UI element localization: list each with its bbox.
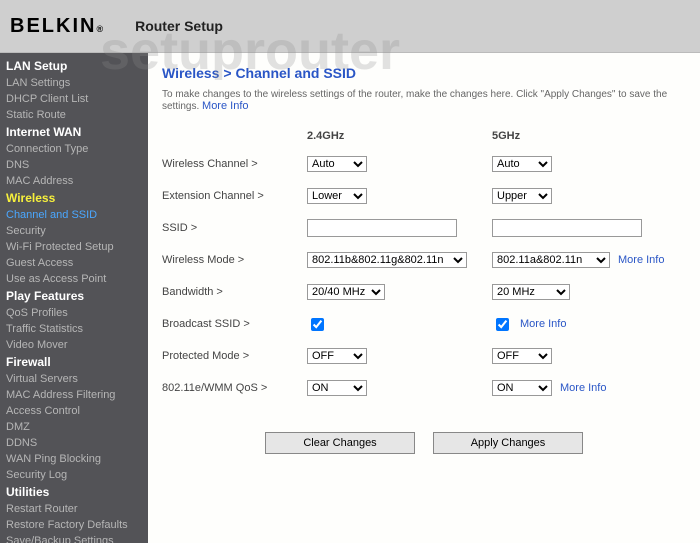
more-info-link-mode[interactable]: More Info (618, 254, 664, 266)
sidebar-section-utilities: Utilities (0, 483, 148, 501)
breadcrumb-sep: > (223, 65, 231, 81)
more-info-link-qos[interactable]: More Info (560, 382, 606, 394)
column-header-5ghz: 5GHz (492, 130, 677, 142)
bandwidth-5ghz-select[interactable]: 20 MHz (492, 284, 570, 300)
protected-mode-24ghz-select[interactable]: OFF (307, 348, 367, 364)
ssid-24ghz-input[interactable] (307, 219, 457, 237)
label-protected-mode: Protected Mode > (162, 350, 307, 362)
sidebar: LAN SetupLAN SettingsDHCP Client ListSta… (0, 53, 148, 543)
sidebar-item-qos-profiles[interactable]: QoS Profiles (0, 305, 148, 321)
sidebar-item-security[interactable]: Security (0, 223, 148, 239)
sidebar-item-guest-access[interactable]: Guest Access (0, 255, 148, 271)
top-bar: BELKIN® Router Setup (0, 0, 700, 53)
label-bandwidth: Bandwidth > (162, 286, 307, 298)
main-panel: Wireless > Channel and SSID To make chan… (148, 53, 700, 543)
sidebar-item-connection-type[interactable]: Connection Type (0, 141, 148, 157)
sidebar-item-wan-ping-blocking[interactable]: WAN Ping Blocking (0, 451, 148, 467)
sidebar-section-play-features: Play Features (0, 287, 148, 305)
sidebar-item-dmz[interactable]: DMZ (0, 419, 148, 435)
label-extension-channel: Extension Channel > (162, 190, 307, 202)
sidebar-item-static-route[interactable]: Static Route (0, 107, 148, 123)
breadcrumb-section: Wireless (162, 65, 219, 81)
sidebar-item-mac-address-filtering[interactable]: MAC Address Filtering (0, 387, 148, 403)
extension-channel-5ghz-select[interactable]: Upper (492, 188, 552, 204)
wmm-qos-24ghz-select[interactable]: ON (307, 380, 367, 396)
sidebar-item-security-log[interactable]: Security Log (0, 467, 148, 483)
sidebar-item-dns[interactable]: DNS (0, 157, 148, 173)
extension-channel-24ghz-select[interactable]: Lower (307, 188, 367, 204)
column-header-24ghz: 2.4GHz (307, 130, 492, 142)
wireless-mode-24ghz-select[interactable]: 802.11b&802.11g&802.11n (307, 252, 467, 268)
breadcrumb-page: Channel and SSID (235, 65, 356, 81)
sidebar-item-restart-router[interactable]: Restart Router (0, 501, 148, 517)
sidebar-item-dhcp-client-list[interactable]: DHCP Client List (0, 91, 148, 107)
ssid-5ghz-input[interactable] (492, 219, 642, 237)
protected-mode-5ghz-select[interactable]: OFF (492, 348, 552, 364)
label-wmm-qos: 802.11e/WMM QoS > (162, 382, 307, 394)
sidebar-item-restore-factory-defaults[interactable]: Restore Factory Defaults (0, 517, 148, 533)
sidebar-section-wireless: Wireless (0, 189, 148, 207)
brand-suffix: ® (96, 24, 105, 34)
sidebar-item-video-mover[interactable]: Video Mover (0, 337, 148, 353)
sidebar-item-save-backup-settings[interactable]: Save/Backup Settings (0, 533, 148, 543)
label-wireless-channel: Wireless Channel > (162, 158, 307, 170)
label-wireless-mode: Wireless Mode > (162, 254, 307, 266)
brand-text: BELKIN (10, 15, 96, 37)
sidebar-section-internet-wan: Internet WAN (0, 123, 148, 141)
help-text: To make changes to the wireless settings… (162, 89, 686, 112)
sidebar-item-use-as-access-point[interactable]: Use as Access Point (0, 271, 148, 287)
label-broadcast-ssid: Broadcast SSID > (162, 318, 307, 330)
broadcast-ssid-24ghz-checkbox[interactable] (311, 318, 324, 331)
more-info-link[interactable]: More Info (202, 100, 248, 112)
sidebar-item-mac-address[interactable]: MAC Address (0, 173, 148, 189)
breadcrumb: Wireless > Channel and SSID (162, 65, 686, 81)
bandwidth-24ghz-select[interactable]: 20/40 MHz (307, 284, 385, 300)
sidebar-item-lan-settings[interactable]: LAN Settings (0, 75, 148, 91)
sidebar-section-lan-setup: LAN Setup (0, 57, 148, 75)
sidebar-item-channel-and-ssid[interactable]: Channel and SSID (0, 207, 148, 223)
sidebar-item-ddns[interactable]: DDNS (0, 435, 148, 451)
sidebar-item-virtual-servers[interactable]: Virtual Servers (0, 371, 148, 387)
wmm-qos-5ghz-select[interactable]: ON (492, 380, 552, 396)
broadcast-ssid-5ghz-checkbox[interactable] (496, 318, 509, 331)
wireless-mode-5ghz-select[interactable]: 802.11a&802.11n (492, 252, 610, 268)
wireless-channel-24ghz-select[interactable]: Auto (307, 156, 367, 172)
page-title: Router Setup (135, 18, 223, 34)
apply-changes-button[interactable]: Apply Changes (433, 432, 583, 454)
sidebar-section-firewall: Firewall (0, 353, 148, 371)
column-headers: 2.4GHz 5GHz (162, 130, 686, 142)
wireless-channel-5ghz-select[interactable]: Auto (492, 156, 552, 172)
sidebar-item-wi-fi-protected-setup[interactable]: Wi-Fi Protected Setup (0, 239, 148, 255)
sidebar-item-access-control[interactable]: Access Control (0, 403, 148, 419)
more-info-link-broadcast[interactable]: More Info (520, 318, 566, 330)
sidebar-item-traffic-statistics[interactable]: Traffic Statistics (0, 321, 148, 337)
clear-changes-button[interactable]: Clear Changes (265, 432, 415, 454)
label-ssid: SSID > (162, 222, 307, 234)
brand-logo: BELKIN® (10, 15, 105, 38)
